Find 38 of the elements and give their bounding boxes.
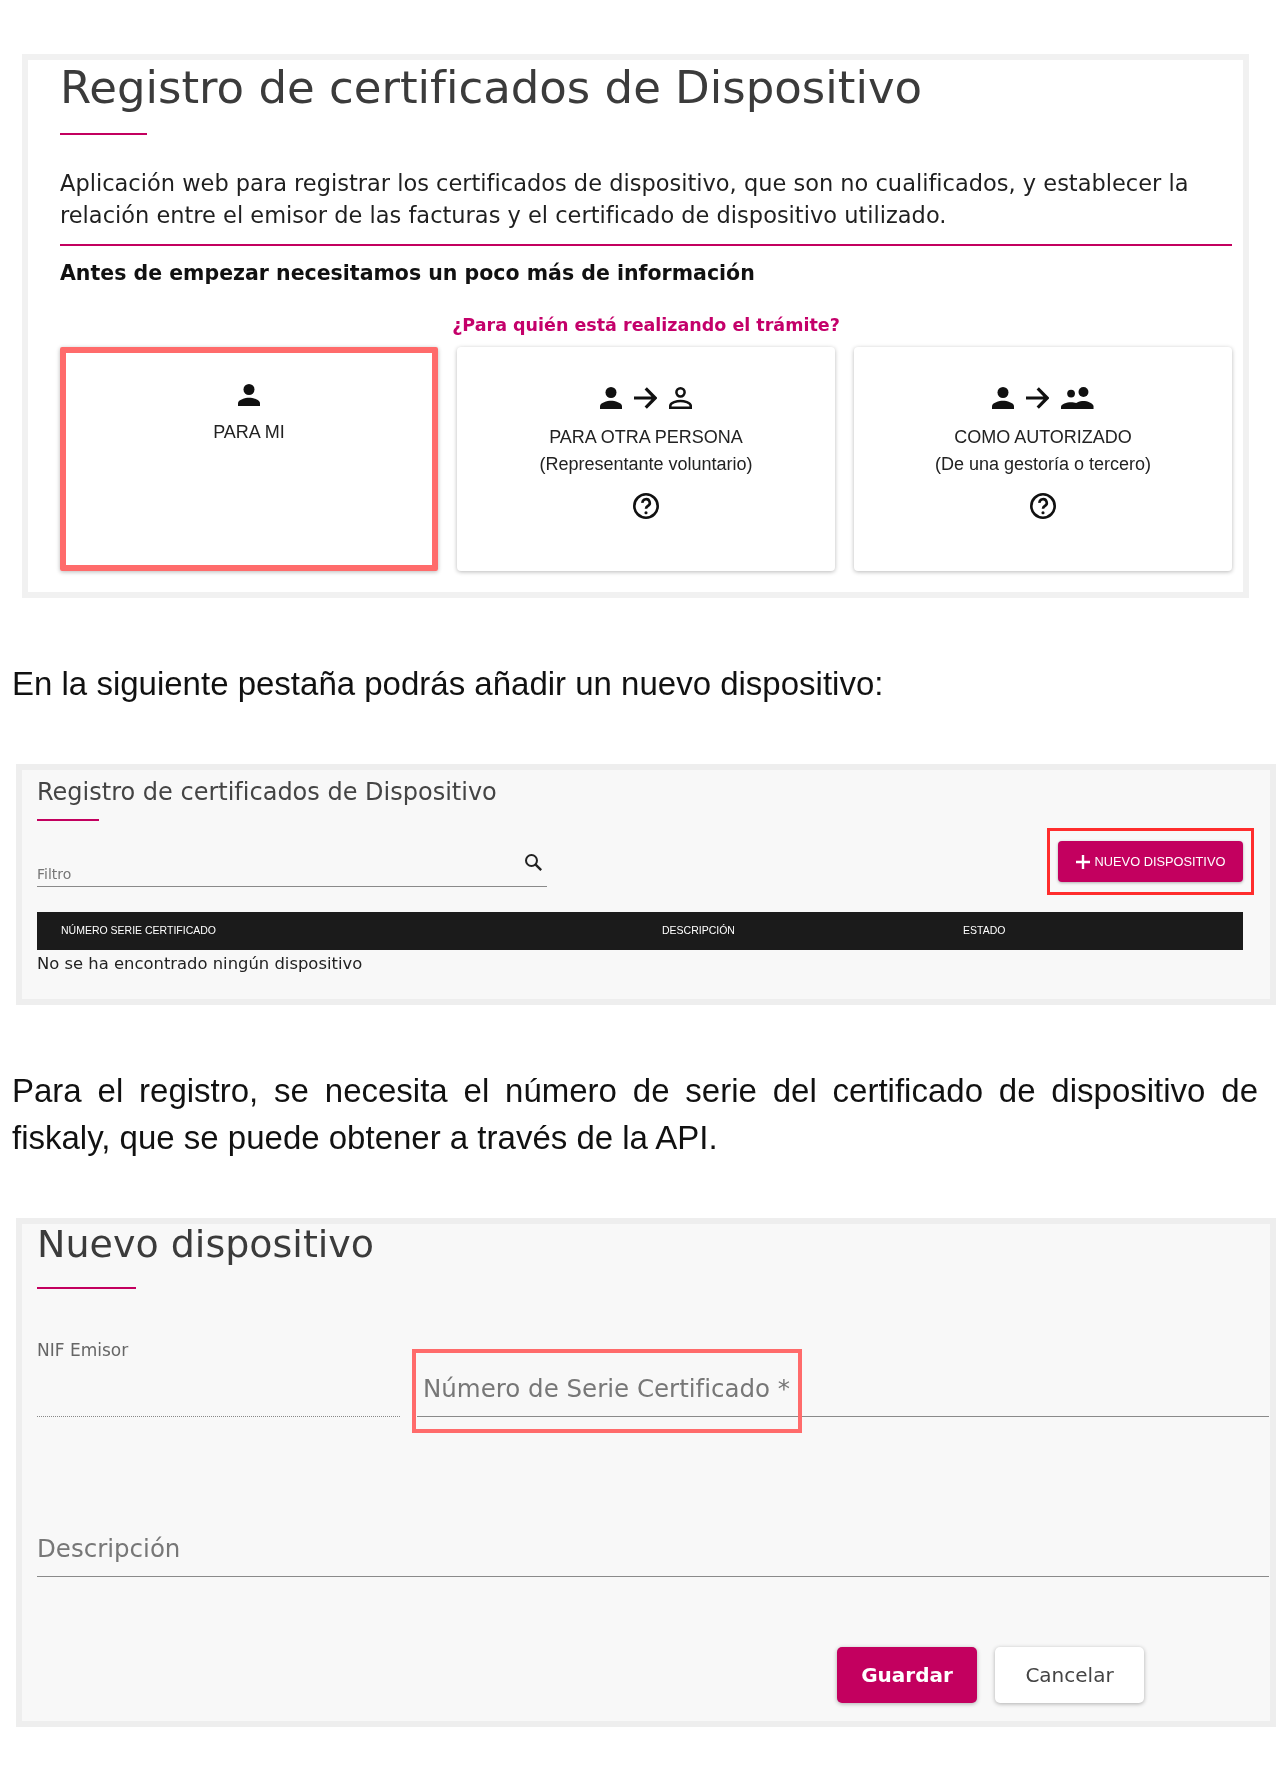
step-text: En la siguiente pestaña podrás añadir un nuevo dispositivo: — [12, 665, 885, 703]
question-text: ¿Para quién está realizando el trámite? — [451, 314, 841, 337]
page-title: Registro de certificados de Dispositivo — [60, 64, 924, 112]
option-card[interactable]: PARA OTRA PERSONA (Representante voluntario) — [457, 347, 835, 571]
filter-field[interactable]: Filtro — [37, 851, 547, 887]
people-icon — [1061, 386, 1094, 409]
new-device-button[interactable]: NUEVO DISPOSITIVO — [1058, 841, 1243, 882]
arrow-icon — [633, 386, 658, 409]
arrow-icon — [1026, 386, 1050, 409]
panel-title: Registro de certificados de Dispositivo — [37, 778, 498, 806]
person-icon — [238, 384, 260, 406]
input-field[interactable]: Número de Serie Certificado * — [417, 1361, 1269, 1417]
column-header: DESCRIPCIÓN — [662, 923, 736, 939]
option-sublabel: (De una gestoría o tercero) — [934, 453, 1152, 475]
description-text: Aplicación web para registrar los certificados de dispositivo, que son no cualificados, y establecer la relación entre el emisor de las facturas y el certificado de dispositivo utilizado. — [60, 169, 1190, 230]
option-label: COMO AUTORIZADO — [954, 426, 1132, 448]
option-label: PARA MI — [213, 421, 285, 443]
option-card[interactable]: COMO AUTORIZADO (De una gestoría o tercero) — [854, 347, 1232, 571]
option-sublabel: (Representante voluntario) — [539, 453, 753, 475]
person-icon — [599, 386, 622, 409]
save-button[interactable]: Guardar — [837, 1647, 977, 1703]
person-icon — [992, 386, 1014, 409]
help-icon[interactable] — [633, 493, 659, 519]
option-card[interactable]: PARA MI — [60, 347, 438, 571]
form-title: Nuevo dispositivo — [37, 1224, 376, 1264]
column-header: ESTADO — [963, 923, 1007, 939]
person-outline-icon — [669, 386, 693, 409]
column-header: NÚMERO SERIE CERTIFICADO — [61, 923, 217, 939]
input-field[interactable]: Descripción — [37, 1521, 1269, 1577]
empty-message: No se ha encontrado ningún dispositivo — [37, 954, 364, 974]
cancel-button[interactable]: Cancelar — [995, 1647, 1144, 1703]
search-icon[interactable] — [525, 854, 542, 871]
help-icon[interactable] — [1030, 493, 1056, 519]
prompt-text: Antes de empezar necesitamos un poco más de información — [60, 260, 756, 287]
note-text: Para el registro, se necesita el número de serie del certificado de dispositivo de fiskaly, que se puede obtener a través de la API. — [12, 1071, 1258, 1158]
option-label: PARA OTRA PERSONA — [549, 426, 743, 448]
plus-icon — [1075, 854, 1090, 869]
field-label: NIF Emisor — [37, 1340, 130, 1360]
